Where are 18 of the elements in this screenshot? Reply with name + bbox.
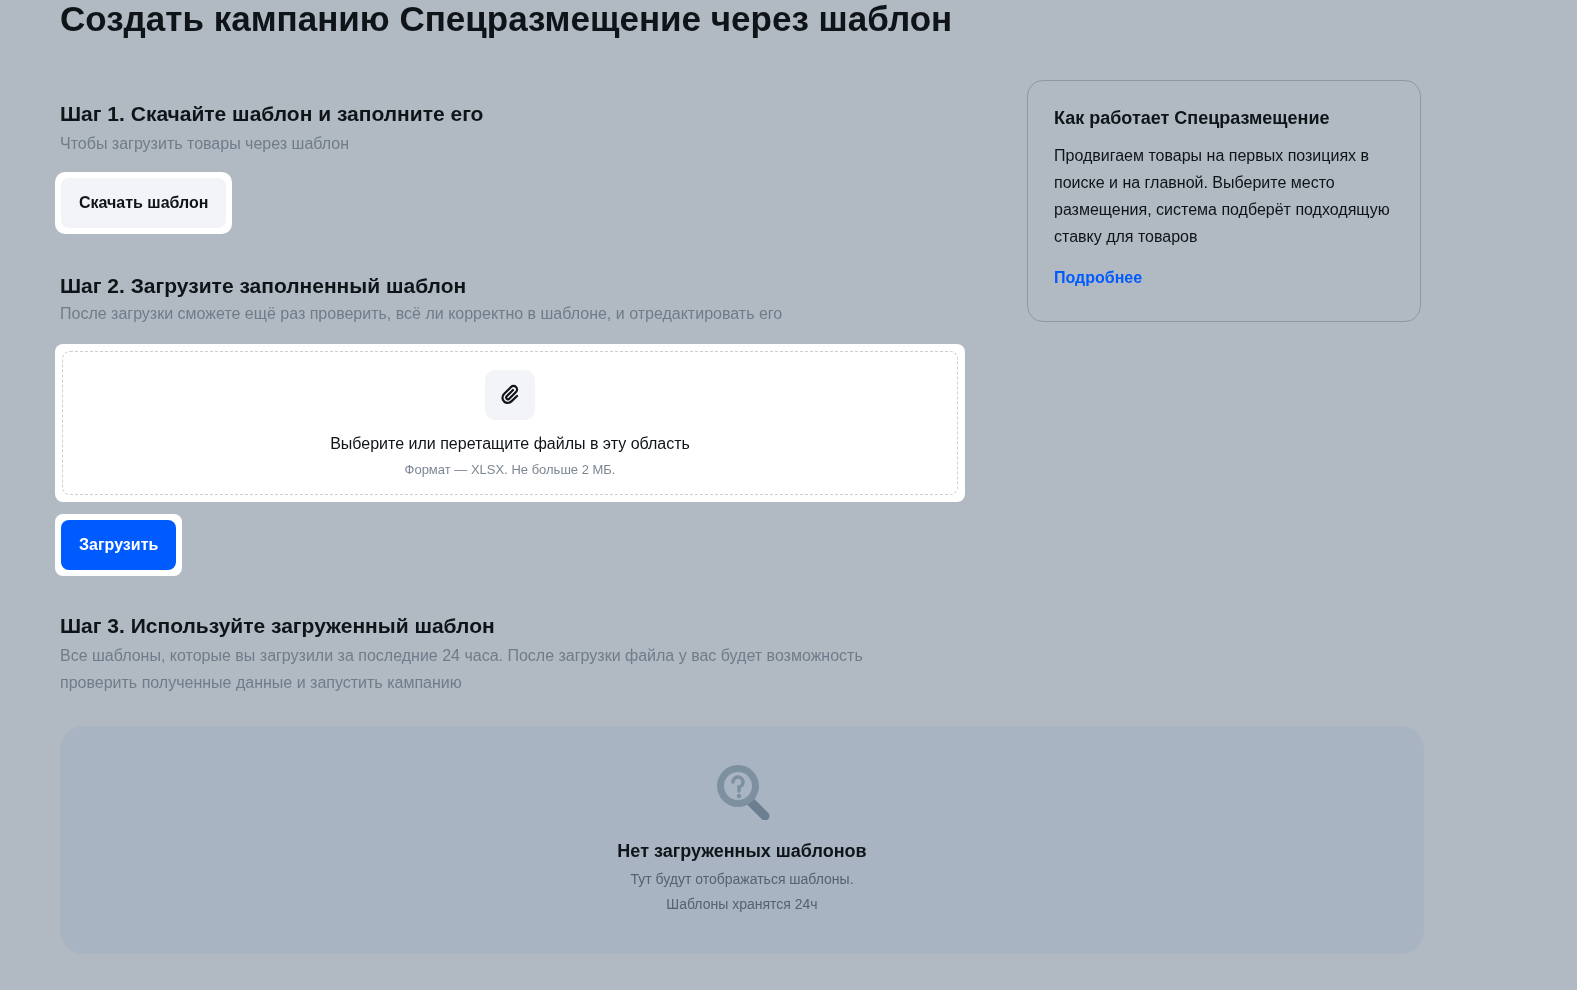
- empty-state-text: Тут будут отображаться шаблоны.: [630, 870, 854, 889]
- step-heading: Шаг 1. Скачайте шаблон и заполните его: [60, 101, 485, 127]
- empty-state-text: Шаблоны хранятся 24ч: [666, 895, 818, 914]
- step-heading: Шаг 3. Используйте загруженный шаблон: [60, 613, 496, 639]
- upload-button[interactable]: Загрузить: [61, 520, 177, 570]
- step-subtitle: После загрузки сможете ещё раз проверить, всё ли корректно в шаблоне, и отредактировать его: [60, 304, 784, 324]
- empty-state-title: Нет загруженных шаблонов: [617, 840, 867, 863]
- step-heading: Шаг 2. Загрузите заполненный шаблон: [60, 273, 468, 299]
- step-subtitle: Чтобы загрузить товары через шаблон: [60, 134, 350, 154]
- info-card-text: Продвигаем товары на первых позициях в поиске и на главной. Выберите место размещения, система подберёт подходящую ставку для товаров: [1054, 146, 1391, 247]
- drop-zone-label: Выберите или перетащите файлы в эту область: [330, 434, 690, 454]
- step-subtitle: Все шаблоны, которые вы загрузили за последние 24 часа. После загрузки файла у вас будет возможность проверить полученные данные и запустить кампанию: [60, 646, 864, 693]
- drop-zone-hint: Формат — XLSX. Не больше 2 МБ.: [404, 461, 616, 479]
- download-template-button[interactable]: Скачать шаблон: [61, 178, 227, 228]
- page-title: Создать кампанию Спецразмещение через шаблон: [60, 0, 954, 40]
- file-drop-zone[interactable]: Выберите или перетащите файлы в эту область Формат — XLSX. Не больше 2 МБ.: [62, 351, 958, 495]
- info-card-title: Как работает Спецразмещение: [1054, 107, 1331, 130]
- paperclip-icon: [485, 370, 535, 420]
